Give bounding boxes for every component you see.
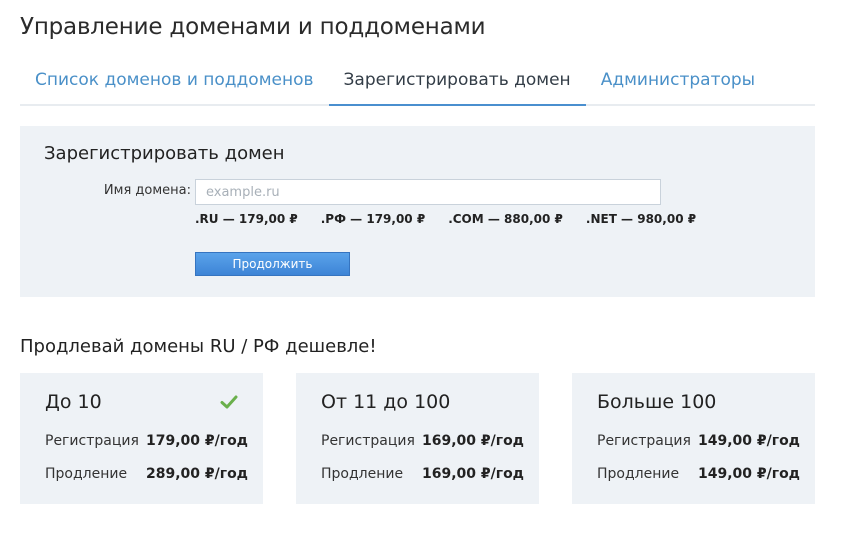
continue-button[interactable]: Продолжить <box>195 252 350 276</box>
tab-register-domain[interactable]: Зарегистрировать домен <box>328 58 586 106</box>
page: Управление доменами и поддоменами Список… <box>0 0 849 534</box>
registration-label: Регистрация <box>321 433 415 449</box>
tier-name: Больше 100 <box>597 391 717 413</box>
renewal-price: 149,00 ₽/год <box>698 466 800 482</box>
price-rf: .РФ — 179,00 ₽ <box>320 212 426 226</box>
page-title: Управление доменами и поддоменами <box>20 14 486 40</box>
tab-bar: Список доменов и поддоменов Зарегистриро… <box>20 58 815 106</box>
zone-price-list: .RU — 179,00 ₽ .РФ — 179,00 ₽ .COM — 880… <box>195 212 696 226</box>
domain-name-label: Имя домена: <box>103 183 191 198</box>
renewal-price: 169,00 ₽/год <box>422 466 524 482</box>
tab-administrators[interactable]: Администраторы <box>586 58 770 106</box>
tier-name: До 10 <box>45 391 102 413</box>
tab-domain-list[interactable]: Список доменов и поддоменов <box>20 58 329 106</box>
registration-label: Регистрация <box>597 433 691 449</box>
price-net: .NET — 980,00 ₽ <box>585 212 697 226</box>
price-com: .COM — 880,00 ₽ <box>448 212 563 226</box>
tier-card-11-to-100[interactable]: От 11 до 100 Регистрация 169,00 ₽/год Пр… <box>296 373 539 504</box>
tier-card-up-to-10[interactable]: До 10 Регистрация 179,00 ₽/год Продление… <box>20 373 263 504</box>
registration-price: 179,00 ₽/год <box>146 433 248 449</box>
registration-price: 169,00 ₽/год <box>422 433 524 449</box>
register-panel-title: Зарегистрировать домен <box>44 143 285 164</box>
pricing-tiers: До 10 Регистрация 179,00 ₽/год Продление… <box>20 373 815 504</box>
register-domain-panel: Зарегистрировать домен Имя домена: .RU —… <box>20 126 815 297</box>
price-ru: .RU — 179,00 ₽ <box>195 212 298 226</box>
registration-label: Регистрация <box>45 433 139 449</box>
registration-price: 149,00 ₽/год <box>698 433 800 449</box>
renewal-label: Продление <box>45 466 128 482</box>
renewal-label: Продление <box>321 466 404 482</box>
domain-name-input[interactable] <box>195 179 661 205</box>
tier-name: От 11 до 100 <box>321 391 451 413</box>
tier-card-over-100[interactable]: Больше 100 Регистрация 149,00 ₽/год Прод… <box>572 373 815 504</box>
check-icon <box>220 395 238 409</box>
renewal-price: 289,00 ₽/год <box>146 466 248 482</box>
promo-title: Продлевай домены RU / РФ дешевле! <box>20 336 377 357</box>
renewal-label: Продление <box>597 466 680 482</box>
